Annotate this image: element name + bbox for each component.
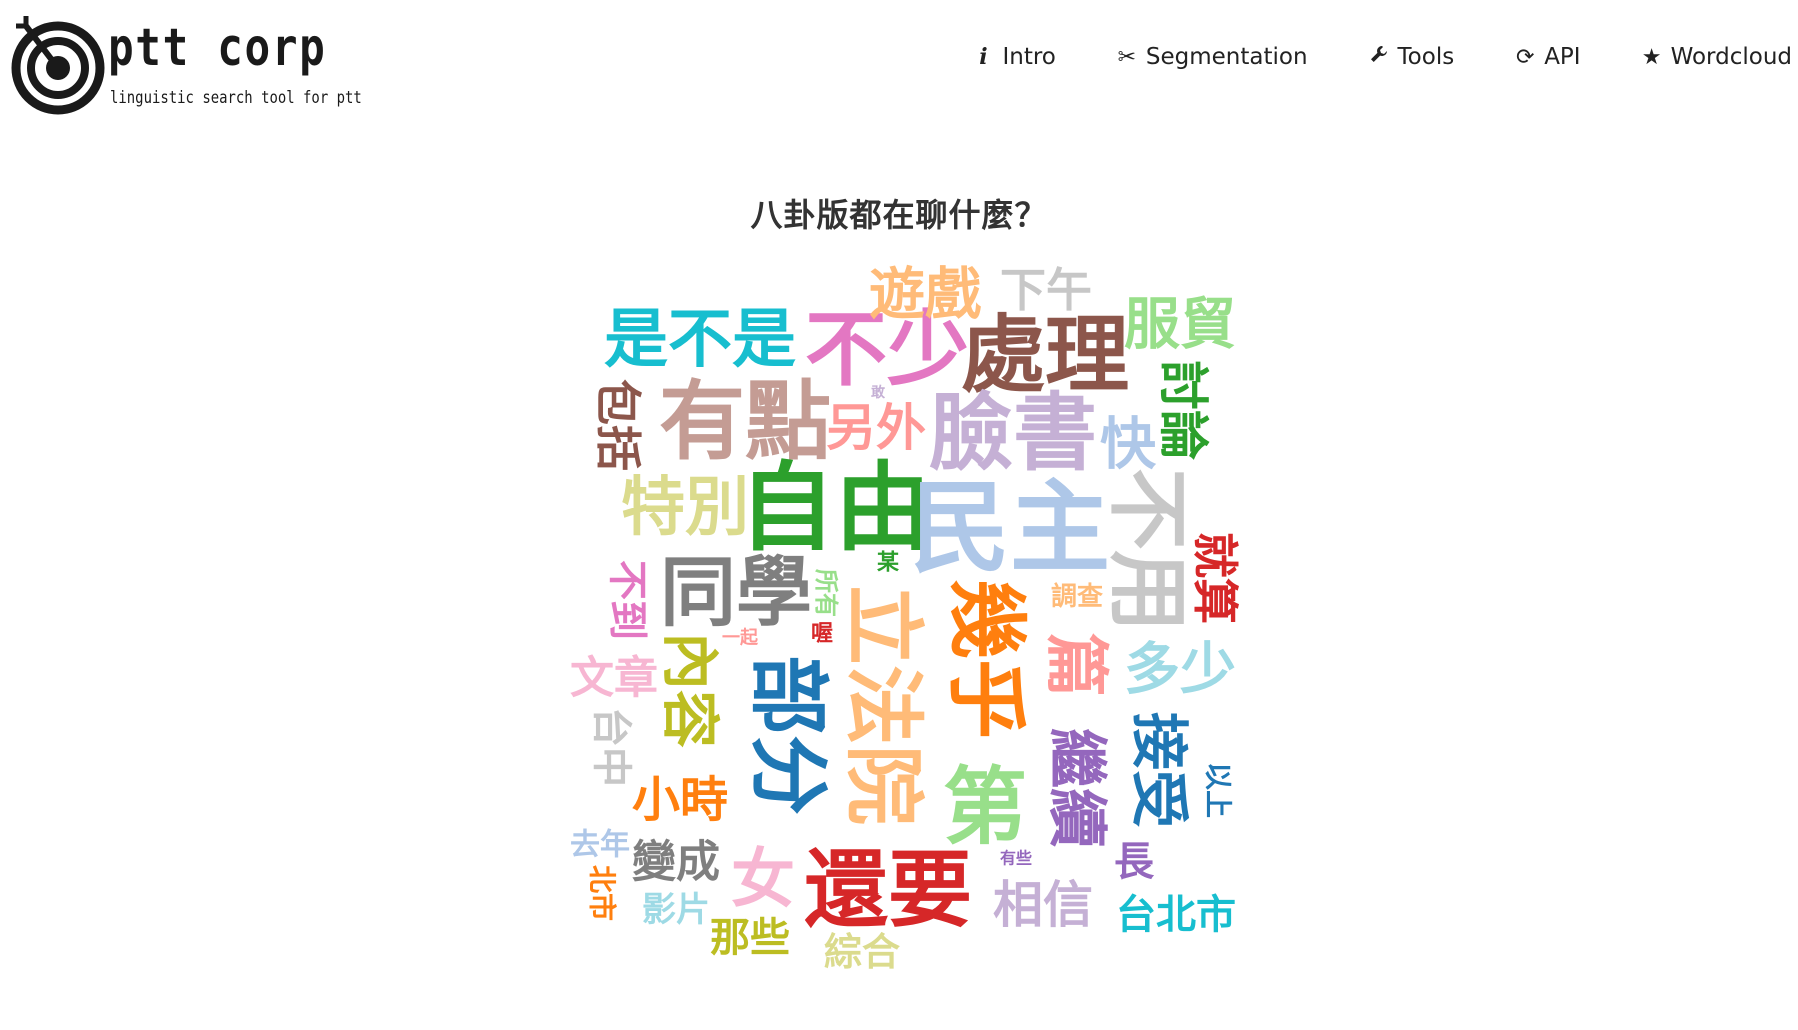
wordcloud-word: 下午 xyxy=(1000,263,1092,317)
wordcloud-word: 影片 xyxy=(642,890,710,930)
wordcloud-word: 立法院 xyxy=(837,585,930,825)
wordcloud-word: 不用 xyxy=(1100,468,1195,632)
wordcloud-word: 長 xyxy=(1114,839,1155,885)
wordcloud-word: 包括 xyxy=(591,379,645,471)
wordcloud-word: 討論 xyxy=(1154,360,1212,460)
wordcloud-word: 內容 xyxy=(656,632,724,748)
wordcloud-word: 民主 xyxy=(910,470,1110,587)
wordcloud-word: 就算 xyxy=(1188,532,1242,624)
wordcloud-word: 部分 xyxy=(742,655,835,815)
wordcloud-word: 不到 xyxy=(604,560,650,640)
wordcloud-word: 幾乎 xyxy=(940,579,1033,739)
wordcloud-word: 篇 xyxy=(1038,633,1112,697)
wordcloud-word: 另外 xyxy=(826,399,926,457)
wordcloud-word: 某 xyxy=(877,550,899,576)
wordcloud-word: 同學 xyxy=(660,548,812,637)
wordcloud-word: 文章 xyxy=(570,653,658,704)
wordcloud-word: 綜合 xyxy=(824,930,900,974)
wordcloud-word: 那些 xyxy=(710,915,790,961)
wordcloud-word: 以上 xyxy=(1202,762,1235,818)
wordcloud-word: 台北市 xyxy=(1116,892,1236,938)
wordcloud-word: 所有 xyxy=(812,569,840,617)
wordcloud-word: 一起 xyxy=(722,627,759,649)
wordcloud: 是不是 不少處理遊戲 下午服貿包括 有點 敢另外 臉書 快討論特別自由民主不用就算不到 同學所… xyxy=(570,263,1242,975)
wordcloud-word: 臉書 xyxy=(929,384,1097,482)
wordcloud-word: 女 xyxy=(731,843,795,917)
wordcloud-word: 遊戲 xyxy=(869,263,981,328)
wordcloud-word: 有些 xyxy=(1000,849,1032,868)
page: ptt corp linguistic search tool for ptt … xyxy=(0,0,1798,1030)
wordcloud-word: 特別 xyxy=(621,471,749,545)
wordcloud-word: 喔 xyxy=(811,622,833,647)
wordcloud-word: 多少 xyxy=(1124,638,1236,703)
wordcloud-container: 是不是 不少 處理 遊戲 下午 服貿 包括 有點敢另外 臉書快討論 特別 自由 民主 不用 就算 不到 同學所… xyxy=(0,0,1798,1030)
wordcloud-word: 去年 xyxy=(570,828,630,863)
wordcloud-word: 台中 xyxy=(588,707,634,787)
wordcloud-word: 調查 xyxy=(1051,581,1103,612)
wordcloud-word: 小時 xyxy=(632,772,728,828)
wordcloud-word: 接受 xyxy=(1125,712,1193,828)
wordcloud-word: 還要 xyxy=(804,841,972,939)
wordcloud-word: 北市 xyxy=(586,865,619,921)
wordcloud-word: 相信 xyxy=(993,876,1093,934)
wordcloud-word: 繼續 xyxy=(1041,728,1111,848)
wordcloud-word: 是不是 xyxy=(604,303,796,377)
wordcloud-word: 變成 xyxy=(632,837,720,888)
wordcloud-word: 服貿 xyxy=(1124,293,1236,358)
